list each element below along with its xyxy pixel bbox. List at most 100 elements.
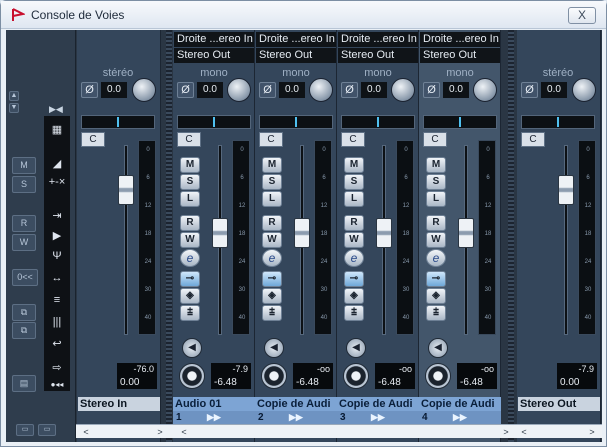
pan-value[interactable]: C xyxy=(81,132,105,147)
monitor-icon[interactable]: ⊸ xyxy=(344,271,364,287)
volume-fader[interactable] xyxy=(376,218,392,248)
send-icon[interactable]: ⩲ xyxy=(180,305,200,321)
solo-button[interactable]: S xyxy=(180,174,200,190)
save-icon[interactable]: ▭ xyxy=(16,424,34,436)
gain-knob[interactable] xyxy=(132,78,156,102)
volume-fader[interactable] xyxy=(212,218,228,248)
edit-button[interactable]: e xyxy=(426,249,446,267)
mute-button[interactable]: M xyxy=(262,157,282,173)
scroll-left-icon[interactable]: < xyxy=(178,426,190,438)
pan-bar[interactable] xyxy=(341,115,415,129)
pan-value[interactable]: C xyxy=(177,132,201,147)
routing-icon[interactable]: ◢ xyxy=(47,156,67,173)
input-routing[interactable]: Droite ...ereo In xyxy=(256,32,336,47)
pan-bar[interactable] xyxy=(177,115,251,129)
horizontal-scrollbar[interactable]: < > < > < > xyxy=(76,424,602,438)
channel-name[interactable]: Copie de Audi xyxy=(419,397,501,411)
pan-bar[interactable] xyxy=(81,115,155,129)
listen-button[interactable]: L xyxy=(180,191,200,207)
write-button[interactable]: W xyxy=(426,232,446,248)
scroll-left-icon[interactable]: < xyxy=(518,426,530,438)
speaker-icon[interactable]: ◀ xyxy=(182,338,202,358)
speaker-icon[interactable]: ◀ xyxy=(264,338,284,358)
gain-value[interactable]: 0.0 xyxy=(443,82,469,98)
mute-button[interactable]: M xyxy=(344,157,364,173)
move-left-icon[interactable]: ▶▶ xyxy=(207,411,221,424)
gain-knob[interactable] xyxy=(309,78,333,102)
global-solo-button[interactable]: S xyxy=(12,176,36,193)
scroll-right-icon[interactable]: > xyxy=(154,426,166,438)
pan-value[interactable]: C xyxy=(521,132,545,147)
arrows-icon[interactable]: ↔ xyxy=(47,270,67,287)
gain-value[interactable]: 0.0 xyxy=(197,82,223,98)
output-routing[interactable]: Stereo Out xyxy=(338,48,418,63)
record-button[interactable] xyxy=(261,363,287,389)
gain-value[interactable]: 0.0 xyxy=(541,82,567,98)
phase-button[interactable]: Ø xyxy=(177,82,194,98)
load-icon[interactable]: ▭ xyxy=(38,424,56,436)
gain-knob[interactable] xyxy=(227,78,251,102)
read-button[interactable]: R xyxy=(344,215,364,231)
channel-name[interactable]: Copie de Audi xyxy=(337,397,419,411)
pan-bar[interactable] xyxy=(423,115,497,129)
reset-button[interactable]: 0<< xyxy=(12,269,38,286)
read-button[interactable]: R xyxy=(262,215,282,231)
read-button[interactable]: R xyxy=(180,215,200,231)
move-left-icon[interactable]: ▶▶ xyxy=(371,411,385,424)
volume-fader[interactable] xyxy=(458,218,474,248)
move-left-icon[interactable]: ▶▶ xyxy=(453,411,467,424)
strip-width-icon[interactable]: ▶◀ xyxy=(49,104,63,115)
play-icon[interactable]: ▶ xyxy=(47,228,67,245)
pan-value[interactable]: C xyxy=(341,132,365,147)
gain-value[interactable]: 0.0 xyxy=(361,82,387,98)
output-routing[interactable]: Stereo Out xyxy=(256,48,336,63)
speaker-icon[interactable]: ◀ xyxy=(428,338,448,358)
global-read-button[interactable]: R xyxy=(12,215,36,232)
gain-knob[interactable] xyxy=(391,78,415,102)
input-routing[interactable]: Droite ...ereo In xyxy=(174,32,254,47)
pan-bar[interactable] xyxy=(521,115,595,129)
scroll-right-icon[interactable]: > xyxy=(586,426,598,438)
speaker-icon[interactable]: ◀ xyxy=(346,338,366,358)
collapse-up-icon[interactable]: ▲ xyxy=(9,91,19,101)
global-mute-button[interactable]: M xyxy=(12,157,36,174)
phase-button[interactable]: Ø xyxy=(81,82,98,98)
solo-button[interactable]: S xyxy=(426,174,446,190)
link-icon[interactable]: +-× xyxy=(47,174,67,191)
mute-button[interactable]: M xyxy=(426,157,446,173)
phase-button[interactable]: Ø xyxy=(521,82,538,98)
insert-icon[interactable]: ◈ xyxy=(344,288,364,304)
input-routing[interactable]: Droite ...ereo In xyxy=(420,32,500,47)
insert-icon[interactable]: ◈ xyxy=(180,288,200,304)
listen-button[interactable]: L xyxy=(426,191,446,207)
solo-button[interactable]: S xyxy=(344,174,364,190)
send-icon[interactable]: ⩲ xyxy=(344,305,364,321)
channel-name[interactable]: Copie de Audi xyxy=(255,397,337,411)
collapse-down-icon[interactable]: ▼ xyxy=(9,103,19,113)
gain-value[interactable]: 0.0 xyxy=(279,82,305,98)
output-routing[interactable]: Stereo Out xyxy=(174,48,254,63)
input-icon[interactable]: ⇥ xyxy=(47,208,67,225)
monitor-icon[interactable]: ⊸ xyxy=(426,271,446,287)
view-icon[interactable]: ▤ xyxy=(12,375,36,392)
bars-icon[interactable]: ||| xyxy=(47,314,67,331)
input-routing[interactable]: Droite ...ereo In xyxy=(338,32,418,47)
monitor-icon[interactable]: ⊸ xyxy=(180,271,200,287)
close-button[interactable]: X xyxy=(568,7,596,24)
record-button[interactable] xyxy=(425,363,451,389)
eq-icon[interactable]: ≡ xyxy=(47,292,67,309)
send-icon[interactable]: ⩲ xyxy=(262,305,282,321)
edit-button[interactable]: e xyxy=(262,249,282,267)
send-icon[interactable]: ⩲ xyxy=(426,305,446,321)
insert-icon[interactable]: ◈ xyxy=(426,288,446,304)
phase-button[interactable]: Ø xyxy=(259,82,276,98)
gain-value[interactable]: 0.0 xyxy=(101,82,127,98)
fork-icon[interactable]: Ψ xyxy=(47,248,67,265)
insert-icon[interactable]: ◈ xyxy=(262,288,282,304)
gain-knob[interactable] xyxy=(473,78,497,102)
scroll-right-icon[interactable]: > xyxy=(500,426,512,438)
listen-button[interactable]: L xyxy=(262,191,282,207)
volume-fader[interactable] xyxy=(558,175,574,205)
global-write-button[interactable]: W xyxy=(12,234,36,251)
write-button[interactable]: W xyxy=(262,232,282,248)
